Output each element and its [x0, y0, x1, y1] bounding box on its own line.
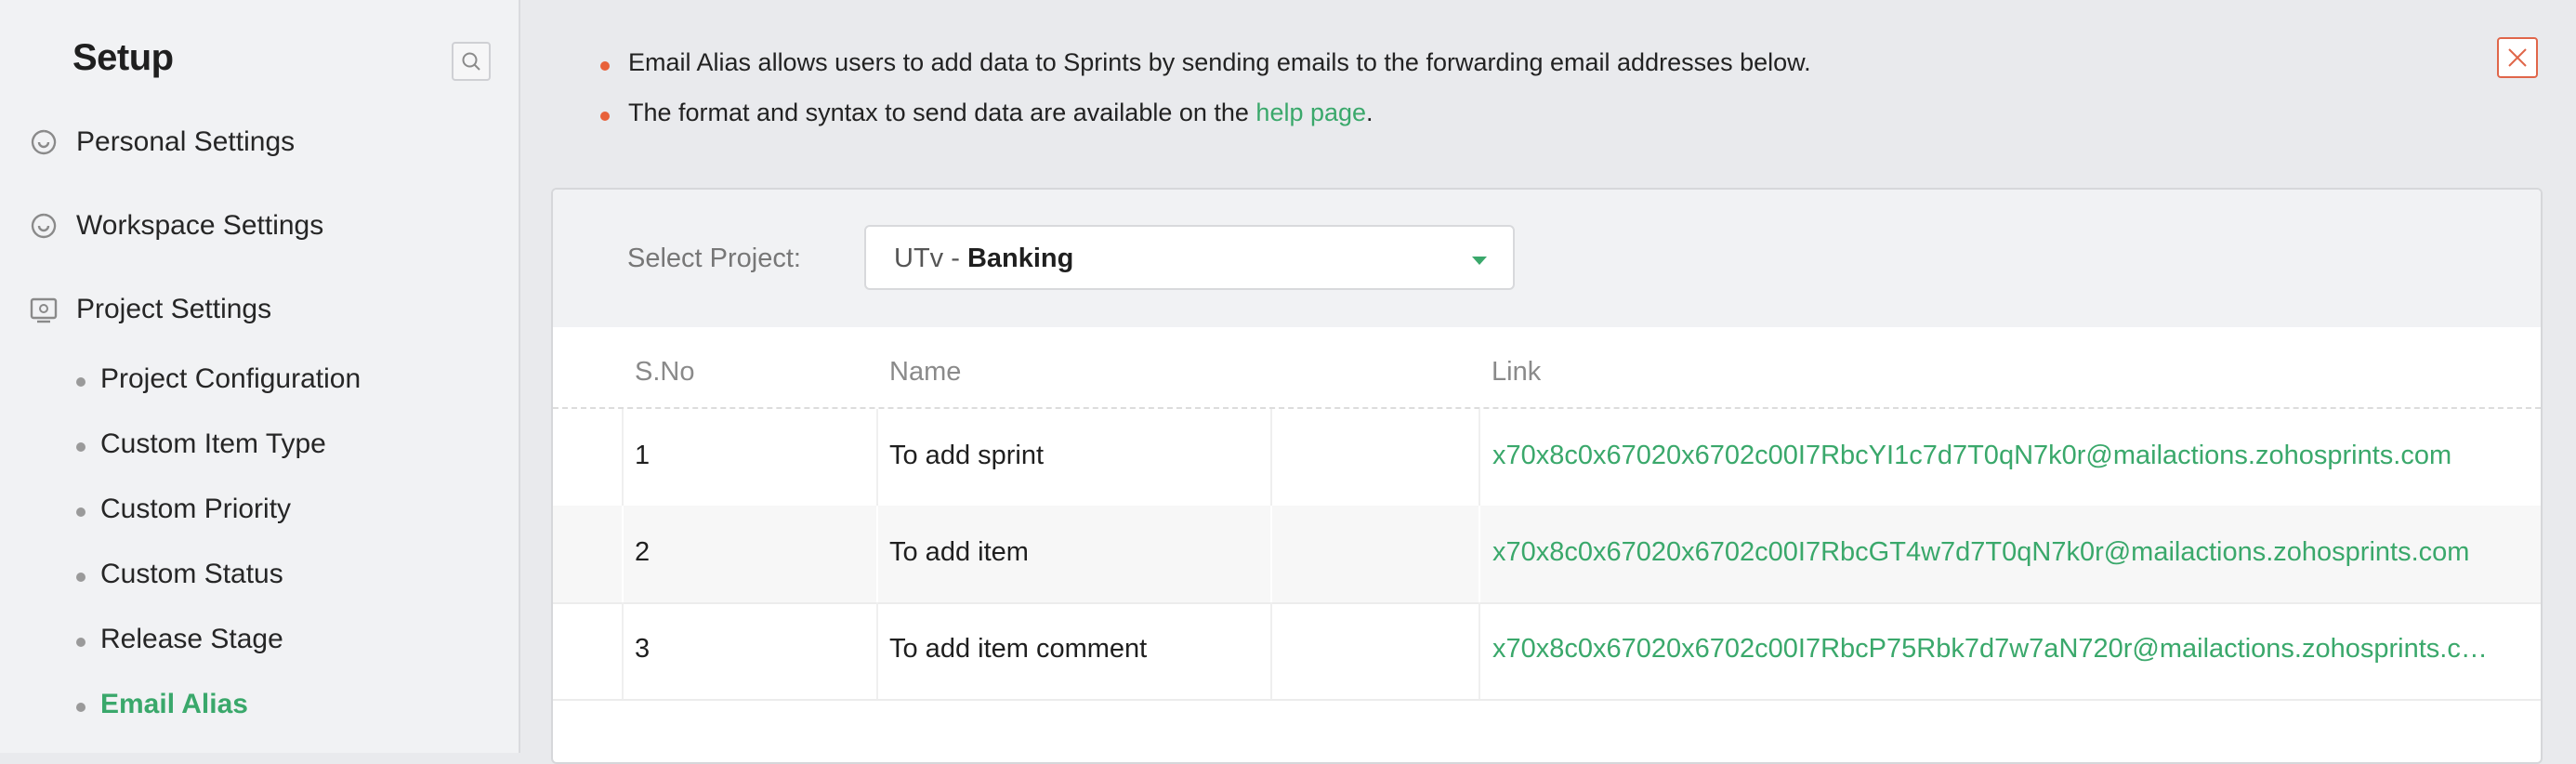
sidebar-subitem-release-stage[interactable]: Release Stage	[0, 614, 519, 665]
info-text: Email Alias allows users to add data to …	[628, 48, 1811, 76]
sidebar-subitem-email-alias[interactable]: Email Alias	[0, 679, 519, 730]
info-item: The format and syntax to send data are a…	[595, 99, 2360, 149]
column-divider	[622, 506, 624, 602]
panel-header: Select Project: UTv - Banking	[553, 190, 2541, 327]
row-sno: 3	[635, 634, 651, 664]
info-list: Email Alias allows users to add data to …	[595, 48, 2360, 149]
sidebar-subitem-project-configuration[interactable]: Project Configuration	[0, 354, 519, 404]
table-row: 1 To add sprint x70x8c0x67020x6702c00I7R…	[553, 409, 2541, 507]
info-text-prefix: The format and syntax to send data are a…	[628, 99, 1256, 126]
column-divider	[1479, 506, 1480, 602]
settings-icon	[31, 129, 57, 155]
sidebar-item-workspace-settings[interactable]: Workspace Settings	[0, 197, 519, 253]
sidebar-subitem-custom-status[interactable]: Custom Status	[0, 549, 519, 599]
row-name: To add sprint	[889, 441, 1045, 470]
search-icon	[462, 52, 480, 71]
sidebar: Setup Personal Settings Workspace Settin…	[0, 0, 520, 753]
project-prefix: UTv -	[894, 244, 967, 273]
bullet-icon	[600, 112, 610, 121]
project-select[interactable]: UTv - Banking	[864, 225, 1515, 290]
chevron-down-icon	[1472, 257, 1487, 265]
column-divider	[1270, 602, 1272, 699]
sidebar-subitem-label: Project Configuration	[100, 363, 361, 394]
bullet-icon	[76, 507, 85, 517]
sidebar-subitem-label: Email Alias	[100, 689, 248, 719]
row-sno: 1	[635, 441, 651, 470]
column-header-sno: S.No	[635, 357, 695, 387]
help-page-link[interactable]: help page	[1255, 99, 1366, 126]
sidebar-item-label: Project Settings	[76, 294, 272, 324]
close-button[interactable]	[2497, 37, 2538, 78]
sidebar-subitem-label: Release Stage	[100, 624, 283, 654]
sidebar-item-personal-settings[interactable]: Personal Settings	[0, 113, 519, 169]
bullet-icon	[76, 638, 85, 647]
sidebar-item-label: Workspace Settings	[76, 210, 324, 241]
bullet-icon	[76, 442, 85, 452]
bullet-icon	[600, 61, 610, 71]
column-divider	[1270, 506, 1272, 602]
sidebar-subitem-label: Custom Status	[100, 559, 283, 589]
info-text: The format and syntax to send data are a…	[628, 99, 1373, 127]
sidebar-subitem-label: Custom Item Type	[100, 428, 326, 459]
info-text-suffix: .	[1366, 99, 1373, 126]
column-divider	[876, 506, 878, 602]
project-icon	[30, 297, 58, 323]
row-email-link[interactable]: x70x8c0x67020x6702c00I7RbcGT4w7d7T0qN7k0…	[1492, 537, 2498, 568]
row-sno: 2	[635, 537, 651, 567]
row-email-link[interactable]: x70x8c0x67020x6702c00I7RbcP75Rbk7d7w7aN7…	[1492, 634, 2498, 665]
sidebar-subitem-label: Custom Priority	[100, 494, 292, 524]
column-divider	[622, 409, 624, 506]
sidebar-title: Setup	[72, 37, 174, 78]
column-divider	[876, 602, 878, 699]
column-divider	[1479, 409, 1480, 506]
column-divider	[622, 602, 624, 699]
column-divider	[1479, 602, 1480, 699]
column-header-name: Name	[889, 357, 962, 387]
bullet-icon	[76, 703, 85, 712]
project-name: Banking	[966, 244, 1074, 273]
row-name: To add item comment	[889, 634, 1148, 664]
column-divider	[876, 409, 878, 506]
table-row: 2 To add item x70x8c0x67020x6702c00I7Rbc…	[553, 506, 2541, 604]
project-select-value: UTv - Banking	[894, 244, 1073, 274]
close-icon	[2508, 48, 2527, 67]
table-row: 3 To add item comment x70x8c0x67020x6702…	[553, 602, 2541, 701]
settings-icon	[31, 213, 57, 239]
sidebar-subitem-custom-item-type[interactable]: Custom Item Type	[0, 419, 519, 469]
info-item: Email Alias allows users to add data to …	[595, 48, 2360, 99]
sidebar-search-button[interactable]	[452, 42, 491, 81]
select-project-label: Select Project:	[627, 244, 801, 273]
row-name: To add item	[889, 537, 1029, 567]
sidebar-subitem-custom-priority[interactable]: Custom Priority	[0, 484, 519, 534]
bullet-icon	[76, 573, 85, 582]
bullet-icon	[76, 377, 85, 387]
row-email-link[interactable]: x70x8c0x67020x6702c00I7RbcYI1c7d7T0qN7k0…	[1492, 441, 2498, 471]
table-header: S.No Name Link	[553, 327, 2541, 409]
column-header-link: Link	[1492, 357, 1542, 387]
column-divider	[1270, 409, 1272, 506]
sidebar-item-project-settings[interactable]: Project Settings	[0, 281, 519, 336]
email-alias-panel: Select Project: UTv - Banking S.No Name …	[551, 188, 2543, 764]
sidebar-item-label: Personal Settings	[76, 126, 296, 157]
